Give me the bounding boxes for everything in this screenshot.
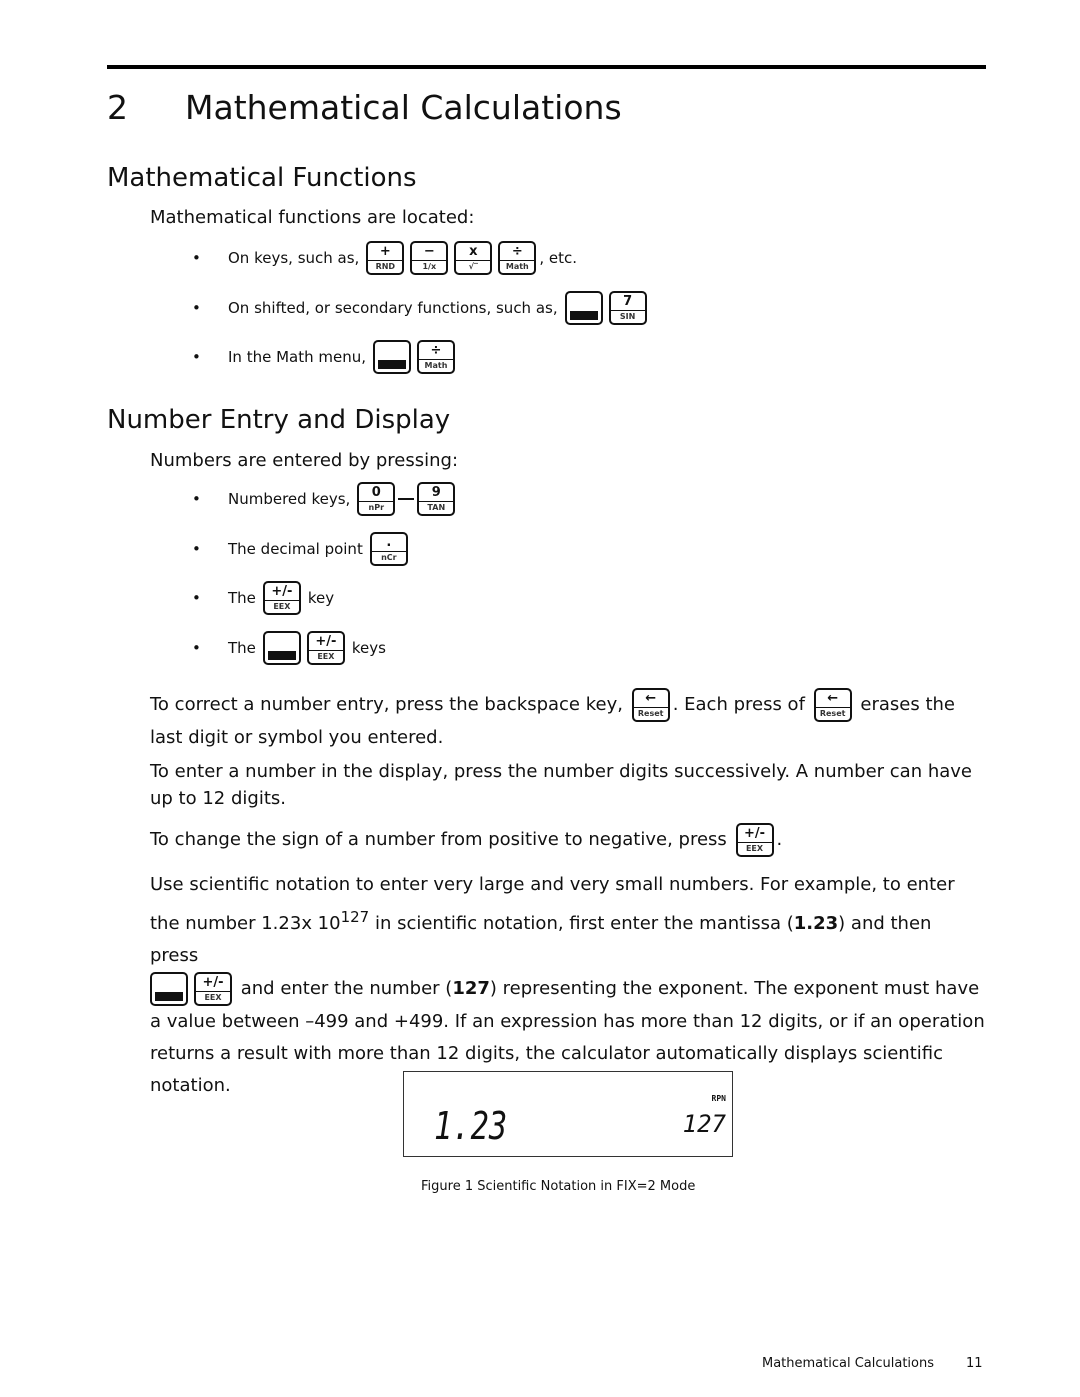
entry-intro: Numbers are entered by pressing:: [150, 450, 459, 471]
key-decimal-ncr: . nCr: [369, 532, 408, 566]
paragraph-backspace: To correct a number entry, press the bac…: [150, 688, 985, 754]
key-shift: [373, 340, 411, 374]
key-multiply-sqrt: x √‾: [454, 241, 493, 275]
chapter-heading: 2 Mathematical Calculations: [107, 88, 622, 127]
range-dash: [398, 498, 415, 500]
key-9-tan: 9 TAN: [417, 482, 456, 516]
bullet-after: key: [307, 589, 335, 607]
bullet-text: On keys, such as,: [228, 249, 360, 267]
bullet-text: On shifted, or secondary functions, such…: [228, 299, 558, 317]
bullet-keys: • On keys, such as, + RND −1/x x √‾ ÷ Math ,…: [192, 240, 577, 276]
section-title-entry: Number Entry and Display: [107, 405, 451, 435]
bullet-shifted: • On shifted, or secondary functions, suc…: [192, 290, 650, 326]
bullet-text: Numbered keys,: [228, 490, 351, 508]
page-number: 11: [966, 1356, 983, 1371]
key-divide-math: ÷ Math: [498, 241, 537, 275]
key-sign-eex: +/- EEX: [735, 823, 774, 857]
key-plus-rnd: + RND: [366, 241, 405, 275]
paragraph-digits: To enter a number in the display, press …: [150, 761, 973, 809]
figure-caption: Figure 1 Scientific Notation in FIX=2 Mo…: [421, 1179, 696, 1194]
key-minus-inverse: −1/x: [410, 241, 449, 275]
key-sign-eex: +/- EEX: [194, 972, 232, 1006]
bullet-math-menu: • In the Math menu, ÷ Math: [192, 339, 458, 375]
bullet-after: keys: [351, 639, 386, 657]
key-0-npr: 0 nPr: [357, 482, 396, 516]
key-shift: [262, 631, 301, 665]
calculator-display-figure: 1.23 RPN 127: [403, 1071, 733, 1157]
chapter-title: Mathematical Calculations: [185, 88, 622, 127]
page: 2 Mathematical Calculations Mathematical …: [0, 0, 1080, 1397]
key-backspace: ← Reset: [813, 688, 852, 722]
key-divide-math: ÷ Math: [417, 340, 455, 374]
key-shift: [564, 291, 603, 325]
display-mantissa: 1.23: [434, 1104, 508, 1148]
footer-title: Mathematical Calculations: [762, 1356, 935, 1371]
rpn-indicator: RPN: [711, 1094, 726, 1103]
key-sign-eex: +/- EEX: [306, 631, 345, 665]
functions-intro: Mathematical functions are located:: [150, 207, 475, 228]
key-shift: [150, 972, 188, 1006]
bullet-sign-key: • The +/- EEX key: [192, 580, 334, 616]
chapter-number: 2: [107, 88, 128, 127]
display-exponent: 127: [682, 1110, 726, 1138]
section-title-functions: Mathematical Functions: [107, 163, 417, 193]
bullet-eex-keys: • The +/- EEX keys: [192, 630, 386, 666]
paragraph-scientific: Use scientific notation to enter very la…: [150, 874, 985, 1096]
key-sign-eex: +/- EEX: [262, 581, 301, 615]
bullet-after: , etc.: [539, 249, 577, 267]
top-rule: [107, 65, 986, 69]
bullet-text: The: [228, 639, 256, 657]
bullet-numbered: • Numbered keys, 0 nPr 9 TAN: [192, 481, 458, 517]
key-backspace: ← Reset: [631, 688, 670, 722]
key-7-sin: 7 SIN: [608, 291, 647, 325]
bullet-decimal: • The decimal point . nCr: [192, 531, 411, 567]
paragraph-sign: To change the sign of a number from posi…: [150, 822, 985, 858]
bullet-text: The: [228, 589, 256, 607]
bullet-text: The decimal point: [228, 540, 363, 558]
bullet-text: In the Math menu,: [228, 348, 366, 366]
